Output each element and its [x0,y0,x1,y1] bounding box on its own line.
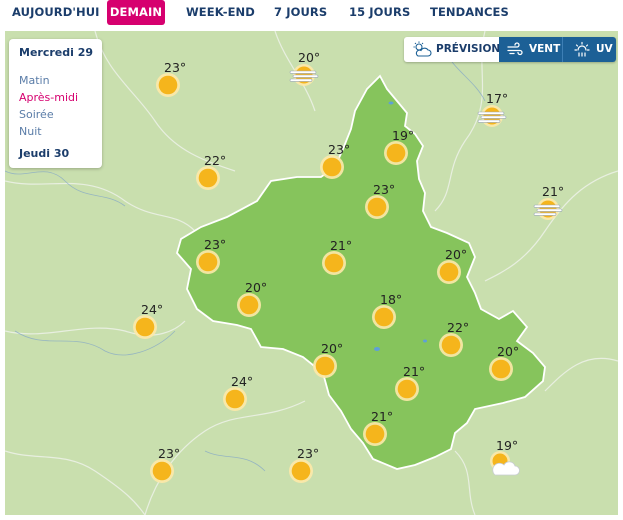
weather-marker[interactable]: 21° [321,238,365,288]
weather-marker[interactable]: 21° [533,184,577,234]
period-afternoon[interactable]: Après-midi [19,89,102,106]
sun-cloud-icon [490,451,520,476]
weather-marker[interactable]: 19° [383,128,427,178]
period-evening[interactable]: Soirée [19,106,102,123]
weather-marker[interactable]: 23° [288,446,332,496]
weather-marker[interactable]: 20° [236,280,280,330]
fog-icon [289,64,319,86]
weather-marker[interactable]: 17° [477,91,521,141]
weather-marker[interactable]: 20° [488,344,532,394]
period-morning[interactable]: Matin [19,72,102,89]
sun-icon [395,377,419,401]
sun-icon [196,166,220,190]
uv-icon [574,41,590,57]
weather-marker[interactable]: 22° [195,153,239,203]
weather-marker[interactable]: 23° [149,446,193,496]
weather-marker[interactable]: 23° [155,60,199,110]
sun-icon [150,459,174,483]
weather-marker[interactable]: 23° [364,182,408,232]
period-night[interactable]: Nuit [19,123,102,140]
sun-icon [365,195,389,219]
wind-icon [507,42,523,56]
weather-marker[interactable]: 21° [394,364,438,414]
weather-marker[interactable]: 23° [195,237,239,287]
mode-uv-button[interactable]: UV [562,37,616,62]
sun-icon [133,315,157,339]
fog-icon [533,198,563,220]
weather-marker[interactable]: 20° [312,341,356,391]
mode-wind-button[interactable]: VENT [499,37,562,62]
weather-marker[interactable]: 22° [438,320,482,370]
sun-icon [372,305,396,329]
mode-uv-label: UV [596,43,613,55]
weather-marker[interactable]: 18° [371,292,415,342]
sun-icon [196,250,220,274]
sun-icon [489,357,513,381]
weather-marker[interactable]: 19° [487,438,531,488]
day-label-thursday[interactable]: Jeudi 30 [19,147,102,160]
period-selector: Mercredi 29 Matin Après-midi Soirée Nuit… [9,39,102,168]
tab-tomorrow[interactable]: DEMAIN [107,0,165,25]
tab-15-days[interactable]: 15 JOURS [349,0,410,25]
sun-icon [322,251,346,275]
sun-icon [289,459,313,483]
weather-marker[interactable]: 20° [436,247,480,297]
tab-weekend[interactable]: WEEK-END [186,0,255,25]
sun-icon [156,73,180,97]
sun-icon [223,387,247,411]
day-label-wednesday: Mercredi 29 [19,46,94,59]
mode-forecast-label: PRÉVISIONS [436,43,508,55]
fog-icon [477,105,507,127]
sun-icon [320,155,344,179]
sun-icon [313,354,337,378]
sun-icon [384,141,408,165]
weather-marker[interactable]: 23° [319,142,363,192]
tab-7-days[interactable]: 7 JOURS [274,0,327,25]
weather-marker[interactable]: 24° [222,374,266,424]
tab-today[interactable]: AUJOURD'HUI [12,0,100,25]
sun-icon [439,333,463,357]
weather-marker[interactable]: 24° [132,302,176,352]
forecast-day-tabs: AUJOURD'HUI DEMAIN WEEK-END 7 JOURS 15 J… [0,0,623,30]
weather-marker[interactable]: 20° [289,50,333,100]
map-mode-switch: PRÉVISIONS VENT UV [404,37,616,62]
sun-icon [437,260,461,284]
mode-forecast-button[interactable]: PRÉVISIONS [404,37,508,62]
sun-icon [363,422,387,446]
weather-marker[interactable]: 21° [362,409,406,459]
sun-icon [237,293,261,317]
mode-wind-label: VENT [529,43,561,55]
sun-cloud-outline-icon [413,41,432,57]
tab-trends[interactable]: TENDANCES [430,0,509,25]
